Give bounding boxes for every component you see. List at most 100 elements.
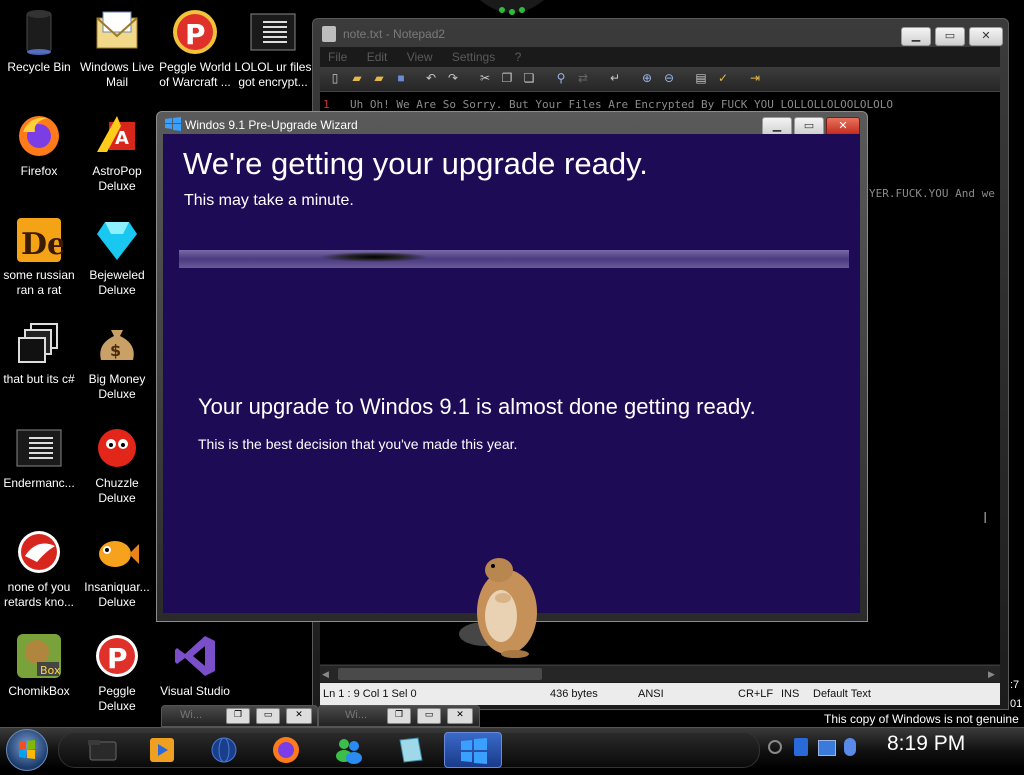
desktop-icon-peggle-deluxe[interactable]: P Peggle Deluxe	[78, 632, 156, 714]
progress-indicator	[319, 252, 429, 262]
new-file-icon[interactable]: ▯	[328, 71, 342, 85]
windows-orb-icon	[19, 740, 35, 759]
desktop-icon-bejeweled[interactable]: Bejeweled Deluxe	[78, 216, 156, 298]
customize-icon[interactable]: ✓	[716, 71, 730, 85]
maximize-button[interactable]: ▭	[935, 27, 965, 46]
desktop-icon-lolol[interactable]: LOLOL ur files got encrypt...	[234, 8, 312, 90]
desktop-icon-peggle-wow[interactable]: P Peggle World of Warcraft ...	[156, 8, 234, 90]
notepad-statusbar: Ln 1 : 9 Col 1 Sel 0 436 bytes ANSI CR+L…	[320, 683, 1000, 705]
paste-icon[interactable]: ❏	[522, 71, 536, 85]
flag-icon[interactable]	[794, 738, 808, 756]
find-icon[interactable]: ⚲	[554, 71, 568, 85]
desktop-icon-label: Chuzzle Deluxe	[95, 476, 139, 505]
mini-maximize-button[interactable]: ▭	[417, 708, 441, 724]
scroll-right-icon[interactable]: ▶	[988, 669, 995, 680]
zoom-in-icon[interactable]: ⊕	[640, 71, 654, 85]
fish-icon	[93, 528, 141, 576]
exit-icon[interactable]: ⇥	[748, 71, 762, 85]
svg-text:De: De	[21, 227, 63, 262]
desktop-icon-russian-rat[interactable]: De some russian ran a rat	[0, 216, 78, 298]
status-line-endings[interactable]: CR+LF	[738, 688, 773, 700]
progress-bar	[179, 250, 849, 268]
svg-text:Box: Box	[40, 664, 61, 677]
text-cursor-icon: I	[983, 510, 988, 527]
menu-help[interactable]: ?	[515, 50, 522, 64]
network-icon[interactable]	[818, 740, 836, 756]
svg-text:P: P	[185, 18, 206, 51]
save-icon[interactable]: ■	[394, 71, 408, 85]
desktop-icon-label: Peggle Deluxe	[98, 684, 136, 713]
desktop-icon-label: Big Money Deluxe	[88, 372, 146, 401]
desktop-icon-label: Insaniquar... Deluxe	[84, 580, 150, 609]
word-wrap-icon[interactable]: ↵	[608, 71, 622, 85]
desktop-icon-label: ChomikBox	[8, 684, 70, 698]
minimize-button[interactable]: ▁	[901, 27, 931, 46]
desktop-icon-chomikbox[interactable]: Box ChomikBox	[0, 632, 78, 699]
minimized-window-1-title: Wi...	[180, 709, 202, 721]
show-hidden-icons-icon[interactable]	[768, 740, 782, 754]
desktop-icon-visual-studio[interactable]: Visual Studio	[156, 632, 234, 699]
desktop-icon-windows-live-mail[interactable]: Windows Live Mail	[78, 8, 156, 90]
menu-file[interactable]: File	[328, 50, 347, 64]
recycle-bin-icon	[15, 8, 63, 56]
cut-icon[interactable]: ✂	[478, 71, 492, 85]
status-scheme[interactable]: Default Text	[813, 688, 871, 700]
text-file-icon	[249, 8, 297, 56]
taskbar-item-explorer[interactable]	[74, 732, 130, 766]
genuine-watermark: This copy of Windows is not genuine	[824, 712, 1019, 726]
mini-restore-button[interactable]: ❐	[226, 708, 250, 724]
desktop-icon-endermanc[interactable]: Endermanc...	[0, 424, 78, 491]
desktop-icon-firefox[interactable]: Firefox	[0, 112, 78, 179]
taskbar-clock[interactable]: 8:19 PM	[887, 732, 965, 756]
scroll-left-icon[interactable]: ◀	[322, 669, 329, 680]
scheme-icon[interactable]: ▤	[694, 71, 708, 85]
taskbar-item-firefox[interactable]	[258, 732, 314, 766]
desktop-icon-label: some russian ran a rat	[3, 268, 75, 297]
desktop-icon-label: Endermanc...	[3, 476, 75, 490]
minimized-window-2[interactable]: Wi... ❐ ▭ ✕	[318, 705, 480, 727]
desktop-icon-chuzzle[interactable]: Chuzzle Deluxe	[78, 424, 156, 506]
start-button[interactable]	[6, 729, 48, 771]
undo-icon[interactable]: ↶	[424, 71, 438, 85]
menu-settings[interactable]: Settings	[452, 50, 495, 64]
taskbar-item-messenger[interactable]	[320, 732, 376, 766]
close-button[interactable]: ✕	[969, 27, 1003, 46]
clock-fragment-2: 01	[1010, 698, 1023, 710]
redo-icon[interactable]: ↷	[446, 71, 460, 85]
mini-close-button[interactable]: ✕	[286, 708, 312, 724]
menu-view[interactable]: View	[407, 50, 433, 64]
desktop-icon-label: Visual Studio	[160, 684, 230, 698]
wizard-window[interactable]: Windos 9.1 Pre-Upgrade Wizard ▁ ▭ ✕ We'r…	[156, 111, 868, 622]
taskbar-item-wizard[interactable]	[444, 732, 502, 768]
chomikbox-icon: Box	[15, 632, 63, 680]
media-player-icon	[150, 738, 174, 762]
open-folder-icon[interactable]: ▰	[350, 71, 364, 85]
visual-studio-icon	[171, 632, 219, 680]
mini-close-button[interactable]: ✕	[447, 708, 473, 724]
zoom-out-icon[interactable]: ⊖	[662, 71, 676, 85]
menu-edit[interactable]: Edit	[367, 50, 388, 64]
scrollbar-thumb[interactable]	[338, 668, 542, 680]
mini-maximize-button[interactable]: ▭	[256, 708, 280, 724]
copy-icon[interactable]: ❐	[500, 71, 514, 85]
desktop-icon-csharp[interactable]: that but its c#	[0, 320, 78, 387]
browse-icon[interactable]: ▰	[372, 71, 386, 85]
taskbar-item-notepad[interactable]	[382, 732, 438, 766]
mini-restore-button[interactable]: ❐	[387, 708, 411, 724]
desktop-icon-label: Bejeweled Deluxe	[89, 268, 145, 297]
desktop-icon-none-of-you[interactable]: none of you retards kno...	[0, 528, 78, 610]
replace-icon[interactable]: ⇄	[576, 71, 590, 85]
minimized-window-1[interactable]: Wi... ❐ ▭ ✕	[161, 705, 318, 727]
desktop-icon-astropop[interactable]: A AstroPop Deluxe	[78, 112, 156, 194]
desktop-icon-big-money[interactable]: $ Big Money Deluxe	[78, 320, 156, 402]
mail-icon	[93, 8, 141, 56]
status-encoding[interactable]: ANSI	[638, 688, 664, 700]
desktop-icon-insaniquarium[interactable]: Insaniquar... Deluxe	[78, 528, 156, 610]
horizontal-scrollbar[interactable]: ◀ ▶	[320, 665, 1000, 682]
red-bird-icon	[15, 528, 63, 576]
desktop-icon-label: LOLOL ur files got encrypt...	[234, 60, 312, 89]
desktop-icon-recycle-bin[interactable]: Recycle Bin	[0, 8, 78, 75]
taskbar-item-media-player[interactable]	[134, 732, 190, 766]
volume-icon[interactable]	[844, 738, 856, 756]
taskbar-item-globe[interactable]	[196, 732, 252, 766]
